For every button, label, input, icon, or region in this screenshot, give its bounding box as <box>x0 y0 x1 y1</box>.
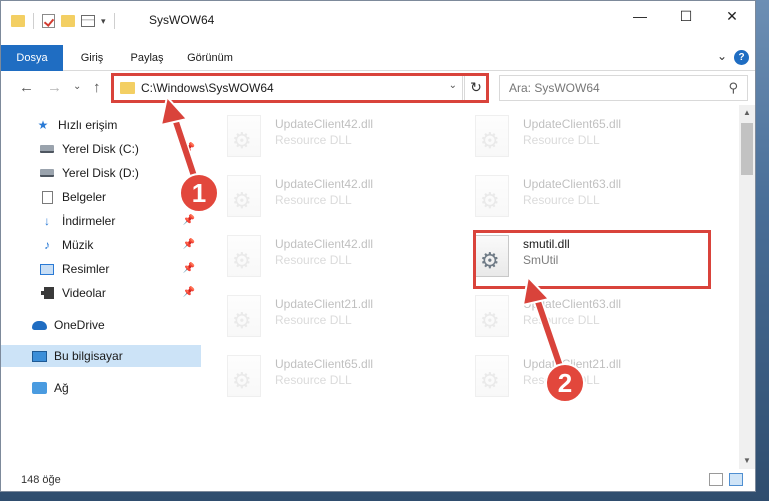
step-badge-2: 2 <box>545 363 585 403</box>
annotation-arrows <box>159 94 566 374</box>
arrow-head-1 <box>159 94 189 127</box>
arrow-head-2 <box>521 274 551 307</box>
file-explorer-window: ▾ SysWOW64 — ☐ ✕ Dosya Giriş Paylaş Görü… <box>0 0 756 492</box>
step-badge-1: 1 <box>179 173 219 213</box>
